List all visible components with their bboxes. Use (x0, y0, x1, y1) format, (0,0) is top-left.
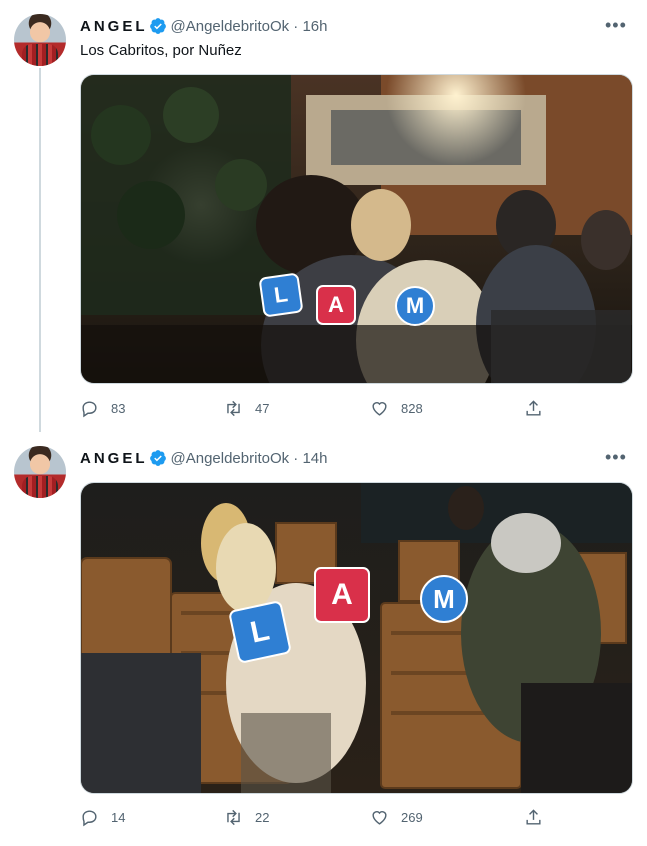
avatar[interactable] (14, 446, 66, 498)
heart-icon (372, 811, 387, 825)
tweet-1[interactable]: ANGEL @AngeldebritoOk · 16h ••• Los Cabr… (0, 0, 647, 430)
reply-button[interactable]: 14 (80, 808, 125, 827)
timestamp[interactable]: 14h (302, 450, 327, 467)
more-dots-icon[interactable]: ••• (605, 16, 626, 38)
like-count: 828 (401, 401, 423, 416)
share-button[interactable] (524, 808, 555, 827)
tweet-photo[interactable]: L A M (80, 482, 633, 794)
reply-count: 83 (111, 401, 126, 416)
heart-icon (372, 402, 387, 416)
retweet-count: 22 (255, 810, 270, 825)
tweet-header: ANGEL @AngeldebritoOk · 14h (80, 448, 328, 468)
tweet-actions: 14 22 269 (80, 808, 550, 830)
retweet-button[interactable]: 22 (224, 808, 269, 827)
like-button[interactable]: 269 (370, 808, 423, 827)
user-handle[interactable]: @AngeldebritoOk (171, 450, 290, 467)
retweet-icon (227, 400, 240, 417)
retweet-button[interactable]: 47 (224, 399, 269, 418)
reply-button[interactable]: 83 (80, 399, 125, 418)
reply-icon (82, 401, 97, 418)
share-button[interactable] (524, 399, 555, 418)
retweet-count: 47 (255, 401, 270, 416)
m-logo-badge: M (395, 286, 435, 326)
verified-badge-icon (149, 450, 166, 466)
tweet-text: Los Cabritos, por Nuñez (80, 42, 242, 59)
l-logo-badge: L (258, 272, 304, 318)
like-button[interactable]: 828 (370, 399, 423, 418)
like-count: 269 (401, 810, 423, 825)
display-name[interactable]: ANGEL (80, 18, 148, 35)
retweet-icon (227, 809, 240, 826)
tweet-photo[interactable]: L A M (80, 74, 633, 384)
m-logo-badge: M (420, 575, 468, 623)
l-logo-badge: L (227, 599, 293, 665)
user-handle[interactable]: @AngeldebritoOk (171, 18, 290, 35)
share-icon (526, 809, 541, 825)
verified-badge-icon (149, 18, 166, 34)
restaurant-photo (81, 75, 632, 383)
tweet-2[interactable]: ANGEL @AngeldebritoOk · 14h ••• L A M 14… (0, 432, 647, 846)
timestamp[interactable]: 16h (302, 18, 327, 35)
time-separator: · (289, 449, 303, 467)
share-icon (526, 400, 541, 416)
a-logo-badge: A (316, 285, 356, 325)
reply-count: 14 (111, 810, 126, 825)
a-logo-badge: A (314, 567, 370, 623)
avatar[interactable] (14, 14, 66, 66)
restaurant-photo (81, 483, 632, 793)
tweet-header: ANGEL @AngeldebritoOk · 16h (80, 16, 328, 36)
more-dots-icon[interactable]: ••• (605, 448, 626, 470)
tweet-actions: 83 47 828 (80, 399, 550, 421)
reply-icon (82, 810, 97, 827)
time-separator: · (289, 17, 303, 35)
display-name[interactable]: ANGEL (80, 450, 148, 467)
